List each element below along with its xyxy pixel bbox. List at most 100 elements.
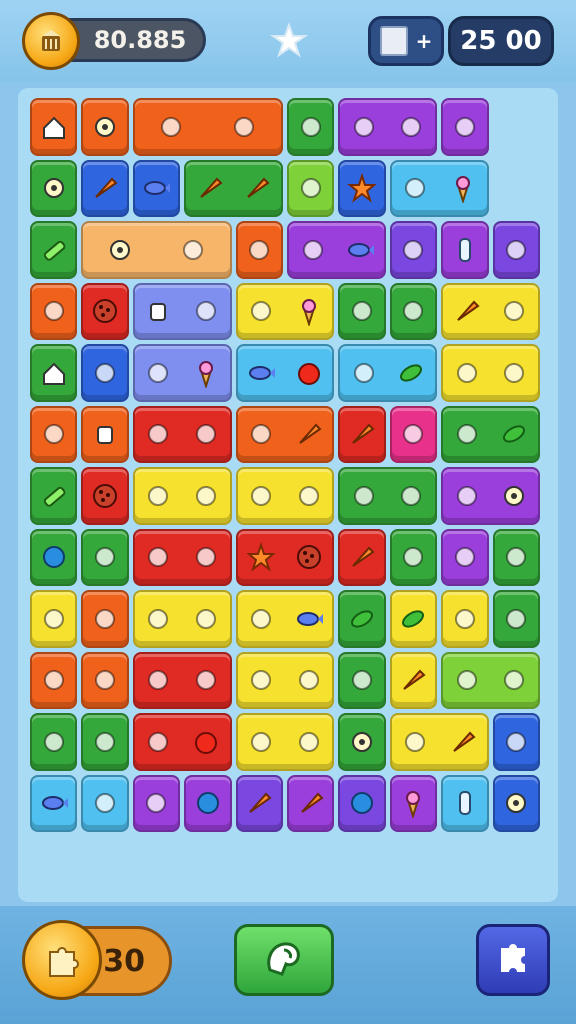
board-tile[interactable] [81, 405, 129, 463]
board-tile[interactable] [132, 651, 232, 709]
board-tile[interactable] [338, 344, 438, 402]
board-tile[interactable] [30, 774, 78, 832]
board-tile[interactable] [287, 221, 386, 279]
board-tile[interactable] [389, 528, 438, 586]
board-tile[interactable] [389, 405, 438, 463]
board-tile[interactable] [287, 159, 335, 217]
board-tile[interactable] [492, 590, 540, 648]
board-tile[interactable] [132, 405, 232, 463]
board-tile[interactable] [132, 590, 232, 648]
board-tile[interactable] [441, 774, 489, 832]
board-tile[interactable] [235, 344, 335, 402]
board-tile[interactable] [338, 774, 386, 832]
board-tile[interactable] [30, 467, 78, 525]
board-tile[interactable] [81, 528, 129, 586]
board-tile[interactable] [441, 467, 540, 525]
board-tile[interactable] [30, 344, 78, 402]
board-tile[interactable] [338, 467, 438, 525]
board-tile[interactable] [389, 713, 489, 771]
board-tile[interactable] [81, 651, 129, 709]
board-tile[interactable] [132, 528, 232, 586]
board-tile[interactable] [30, 528, 78, 586]
board-tile[interactable] [389, 159, 489, 217]
board-tile[interactable] [132, 282, 232, 340]
board-tile[interactable] [338, 282, 386, 340]
board-tile[interactable] [81, 467, 129, 525]
board-tile[interactable] [338, 651, 386, 709]
tomato-icon [297, 362, 320, 385]
board-tile[interactable] [441, 590, 489, 648]
board-tile[interactable] [441, 98, 489, 156]
board-tile[interactable] [235, 282, 335, 340]
board-tile[interactable] [492, 221, 540, 279]
puzzle-icon [491, 936, 535, 984]
board-tile[interactable] [30, 159, 78, 217]
board-tile[interactable] [132, 98, 283, 156]
board-tile[interactable] [389, 651, 438, 709]
board-tile[interactable] [81, 713, 129, 771]
board-tile[interactable] [441, 651, 540, 709]
puzzle-piece-icon[interactable] [22, 920, 102, 1000]
book-button[interactable]: + [368, 16, 444, 66]
shuffle-button[interactable] [234, 924, 334, 996]
board-tile[interactable] [81, 159, 129, 217]
puzzle-star-icon[interactable] [269, 22, 309, 60]
board-tile[interactable] [389, 282, 438, 340]
board-tile[interactable] [235, 713, 335, 771]
board-tile[interactable] [184, 774, 232, 832]
board-tile[interactable] [441, 282, 540, 340]
board-tile[interactable] [184, 159, 283, 217]
board-tile[interactable] [30, 590, 78, 648]
fish-icon [249, 365, 276, 380]
board-tile[interactable] [338, 98, 438, 156]
board-tile[interactable] [132, 713, 232, 771]
board-tile[interactable] [492, 528, 540, 586]
board-tile[interactable] [81, 590, 129, 648]
board-tile[interactable] [492, 713, 540, 771]
carrot-icon [300, 792, 324, 814]
board-tile[interactable] [30, 651, 78, 709]
board-tile[interactable] [132, 774, 181, 832]
board-tile[interactable] [287, 98, 335, 156]
board-tile[interactable] [235, 651, 335, 709]
board-tile[interactable] [235, 405, 335, 463]
board-tile[interactable] [81, 282, 129, 340]
board-tile[interactable] [132, 344, 232, 402]
board-tile[interactable] [30, 405, 78, 463]
board-tile[interactable] [338, 405, 386, 463]
board-tile[interactable] [81, 344, 129, 402]
board-tile[interactable] [287, 774, 335, 832]
board-tile[interactable] [132, 467, 232, 525]
board-tile[interactable] [441, 405, 540, 463]
board-tile[interactable] [235, 590, 335, 648]
board-tile[interactable] [235, 221, 283, 279]
board-tile[interactable] [492, 774, 540, 832]
board-tile[interactable] [338, 713, 386, 771]
board-tile[interactable] [235, 467, 335, 525]
book-icon [379, 26, 408, 56]
board-tile[interactable] [338, 528, 386, 586]
cheese-icon [148, 608, 169, 629]
board-tile[interactable] [81, 774, 129, 832]
cup-icon [150, 303, 167, 322]
board-tile[interactable] [235, 528, 335, 586]
board-tile[interactable] [30, 713, 78, 771]
board-tile[interactable] [441, 344, 540, 402]
board-tile[interactable] [30, 282, 78, 340]
board-tile[interactable] [441, 528, 489, 586]
magic-button[interactable] [476, 924, 550, 996]
board-tile[interactable] [441, 221, 489, 279]
board-tile[interactable] [389, 221, 438, 279]
hammer-icon [95, 608, 116, 629]
board-tile[interactable] [30, 221, 78, 279]
board-tile[interactable] [81, 98, 129, 156]
board-tile[interactable] [389, 774, 438, 832]
board-tile[interactable] [132, 159, 181, 217]
bird-icon [403, 424, 424, 445]
board-tile[interactable] [30, 98, 78, 156]
board-tile[interactable] [81, 221, 232, 279]
board-tile[interactable] [338, 590, 386, 648]
board-tile[interactable] [338, 159, 386, 217]
board-tile[interactable] [389, 590, 438, 648]
board-tile[interactable] [235, 774, 283, 832]
